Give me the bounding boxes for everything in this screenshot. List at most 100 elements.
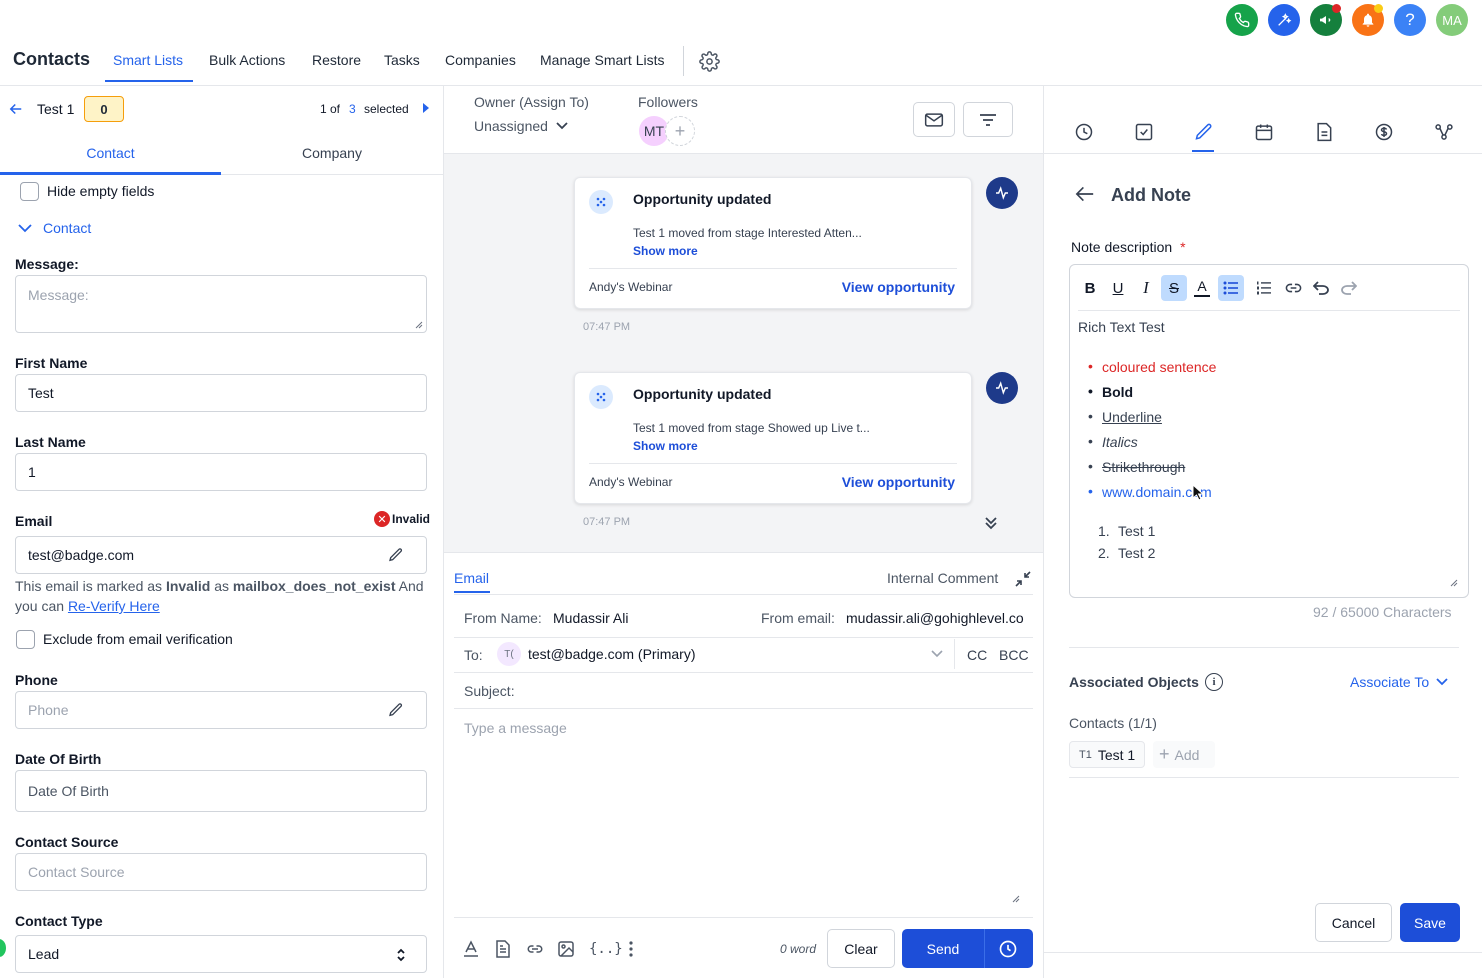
next-record-icon[interactable] — [422, 103, 430, 113]
magic-wand-icon[interactable] — [1268, 4, 1300, 36]
bell-icon[interactable] — [1352, 4, 1384, 36]
dob-input[interactable]: Date Of Birth — [15, 770, 427, 812]
pager-total: 3 — [349, 102, 356, 116]
tab-tasks[interactable]: Tasks — [384, 52, 420, 68]
save-button[interactable]: Save — [1400, 903, 1460, 942]
list-number: 2. — [1098, 545, 1110, 561]
pencil-icon[interactable] — [388, 702, 404, 718]
message-textarea[interactable]: Message: — [15, 275, 427, 333]
template-icon[interactable] — [495, 940, 511, 958]
numbered-list-button[interactable] — [1251, 275, 1277, 301]
document-icon[interactable] — [1312, 120, 1336, 144]
contact-chip[interactable]: T1 Test 1 — [1069, 741, 1145, 768]
more-vertical-icon[interactable] — [628, 940, 634, 958]
info-icon[interactable]: i — [1205, 673, 1223, 691]
bold-button[interactable]: B — [1077, 275, 1103, 301]
back-arrow-icon[interactable] — [1075, 185, 1095, 203]
cancel-button[interactable]: Cancel — [1315, 903, 1392, 942]
bullet-item: • coloured sentence — [1088, 358, 1216, 375]
scroll-down-icon[interactable] — [984, 516, 998, 530]
email-filter-button[interactable] — [913, 102, 955, 137]
exclude-verification-checkbox[interactable] — [16, 630, 35, 649]
italic-button[interactable]: I — [1133, 275, 1159, 301]
note-pencil-icon[interactable] — [1192, 120, 1216, 144]
divider — [454, 708, 1033, 709]
from-email-label: From email: — [761, 610, 835, 626]
pencil-icon[interactable] — [388, 547, 404, 563]
tab-companies[interactable]: Companies — [445, 52, 516, 68]
activity-card: Opportunity updated Test 1 moved from st… — [574, 177, 972, 309]
tab-company[interactable]: Company — [221, 145, 443, 161]
resize-handle[interactable] — [1450, 579, 1458, 587]
last-name-label: Last Name — [15, 434, 86, 450]
image-icon[interactable] — [558, 941, 574, 957]
reverify-link[interactable]: Re-Verify Here — [68, 598, 160, 614]
history-icon[interactable] — [1072, 120, 1096, 144]
add-association-button[interactable]: + Add — [1153, 741, 1215, 768]
contact-type-select[interactable]: Lead — [15, 935, 427, 973]
insert-link-button[interactable] — [1280, 275, 1306, 301]
link-icon[interactable] — [526, 942, 544, 956]
send-button[interactable]: Send — [902, 929, 984, 968]
rich-text-editor[interactable]: B U I S A Rich Text Test • coloured sente… — [1069, 264, 1469, 598]
show-more-link[interactable]: Show more — [633, 244, 698, 258]
add-follower-button[interactable]: + — [665, 116, 695, 146]
filter-button[interactable] — [963, 102, 1013, 137]
email-input[interactable]: test@badge.com — [15, 536, 427, 574]
bullet-list-button[interactable] — [1218, 275, 1244, 301]
undo-button[interactable] — [1308, 275, 1334, 301]
help-icon[interactable]: ? — [1394, 4, 1426, 36]
gear-icon[interactable] — [699, 51, 720, 72]
redo-button[interactable] — [1336, 275, 1362, 301]
bcc-button[interactable]: BCC — [999, 647, 1029, 663]
section-contact-header[interactable]: Contact — [43, 220, 91, 236]
schedule-icon[interactable] — [998, 939, 1018, 959]
tab-bulk-actions[interactable]: Bulk Actions — [209, 52, 285, 68]
clear-button[interactable]: Clear — [827, 929, 895, 968]
to-value[interactable]: test@badge.com (Primary) — [528, 646, 695, 662]
view-opportunity-link[interactable]: View opportunity — [842, 474, 955, 490]
dollar-icon[interactable] — [1372, 120, 1396, 144]
text-format-icon[interactable] — [462, 940, 480, 958]
first-name-input[interactable]: Test — [15, 374, 427, 412]
opportunity-icon — [589, 385, 613, 409]
resize-handle[interactable] — [1012, 895, 1020, 903]
card-title: Opportunity updated — [633, 386, 772, 402]
owner-select[interactable]: Unassigned — [474, 118, 568, 134]
show-more-link[interactable]: Show more — [633, 439, 698, 453]
megaphone-icon[interactable] — [1310, 4, 1342, 36]
calendar-icon[interactable] — [1252, 120, 1276, 144]
bullet-text: Bold — [1102, 384, 1134, 400]
tab-smart-lists[interactable]: Smart Lists — [113, 52, 183, 68]
chevron-down-icon[interactable] — [931, 650, 943, 658]
last-name-input[interactable]: 1 — [15, 453, 427, 491]
chip-initials: T1 — [1079, 748, 1092, 761]
tab-email[interactable]: Email — [454, 570, 489, 586]
tab-manage-smart-lists[interactable]: Manage Smart Lists — [540, 52, 665, 68]
associate-to-dropdown[interactable]: Associate To — [1350, 674, 1448, 690]
contact-source-input[interactable]: Contact Source — [15, 853, 427, 891]
task-icon[interactable] — [1132, 120, 1156, 144]
back-arrow-icon[interactable] — [7, 100, 25, 118]
tab-restore[interactable]: Restore — [312, 52, 361, 68]
workflow-icon[interactable] — [1432, 120, 1456, 144]
from-name-value[interactable]: Mudassir Ali — [553, 610, 628, 626]
tab-internal-comment[interactable]: Internal Comment — [887, 570, 998, 586]
tab-contact[interactable]: Contact — [0, 145, 221, 161]
view-opportunity-link[interactable]: View opportunity — [842, 279, 955, 295]
phone-icon[interactable] — [1226, 4, 1258, 36]
custom-values-icon[interactable]: {..} — [589, 941, 623, 957]
cc-button[interactable]: CC — [967, 647, 987, 663]
hide-empty-checkbox[interactable] — [20, 182, 39, 201]
chevron-down-icon[interactable] — [18, 223, 32, 233]
from-email-value[interactable]: mudassir.ali@gohighlevel.co — [846, 610, 1035, 626]
text-color-button[interactable]: A — [1189, 275, 1215, 301]
message-body-input[interactable]: Type a message — [464, 720, 567, 736]
strikethrough-button[interactable]: S — [1161, 275, 1187, 301]
underline-button[interactable]: U — [1105, 275, 1131, 301]
collapse-icon[interactable] — [1015, 571, 1031, 587]
bullet-dot: • — [1088, 433, 1093, 449]
record-name: Test 1 — [37, 101, 75, 117]
phone-input[interactable]: Phone — [15, 691, 427, 729]
user-avatar[interactable]: MA — [1436, 4, 1468, 36]
